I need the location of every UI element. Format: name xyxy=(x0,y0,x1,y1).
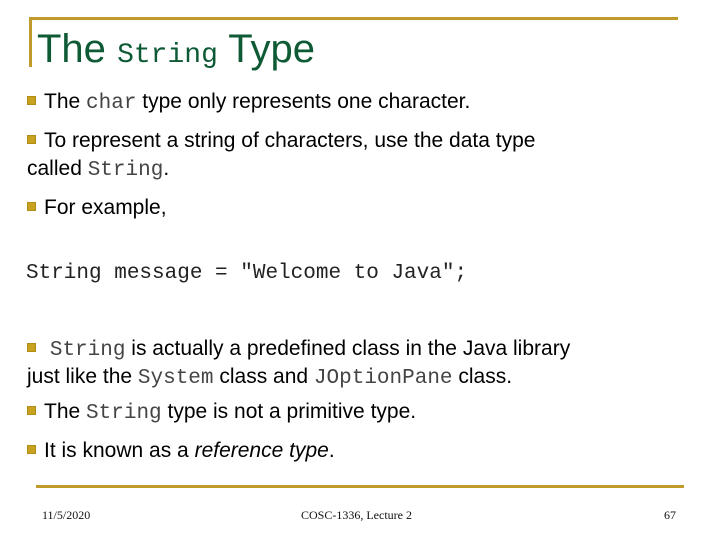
bullet-square-icon xyxy=(27,134,36,144)
bullet-char-type: The char type only represents one charac… xyxy=(27,88,470,117)
bullet-square-icon xyxy=(27,405,36,415)
footer-page-number: 67 xyxy=(664,508,676,522)
bullet-square-icon xyxy=(27,95,36,105)
code-char: char xyxy=(86,92,137,115)
bullet-string-intro-line2: called String. xyxy=(27,157,170,182)
bullet-predefined-class-line1: String is actually a predefined class in… xyxy=(27,335,570,364)
title-part1: The xyxy=(37,27,106,71)
bullet-predefined-class-line2: just like the System class and JOptionPa… xyxy=(27,365,513,390)
bullet-for-example: For example, xyxy=(27,194,167,221)
footer-date: 11/5/2020 xyxy=(42,508,91,522)
bullet-reference-type: It is known as a reference type. xyxy=(27,437,335,464)
bullet-square-icon xyxy=(27,201,36,211)
bullet-square-icon xyxy=(27,342,36,352)
bullet-string-intro-line1: To represent a string of characters, use… xyxy=(27,127,535,154)
bullet-square-icon xyxy=(27,444,36,454)
slide-title: The String Type xyxy=(37,26,315,79)
title-frame-top-rule xyxy=(29,17,678,20)
title-code: String xyxy=(117,40,218,71)
footer-course: COSC-1336, Lecture 2 xyxy=(301,508,412,522)
code-string: String xyxy=(49,339,126,362)
code-example: String message = "Welcome to Java"; xyxy=(26,262,468,285)
title-frame-left-rule xyxy=(29,17,32,67)
emphasis-reference-type: reference type xyxy=(194,439,329,462)
code-system: System xyxy=(137,367,214,390)
code-joptionpane: JOptionPane xyxy=(313,367,453,390)
title-part2: Type xyxy=(228,27,315,71)
bullet-not-primitive: The String type is not a primitive type. xyxy=(27,398,416,427)
code-string: String xyxy=(86,402,162,425)
footer-rule xyxy=(36,485,684,488)
code-string: String xyxy=(87,159,164,182)
